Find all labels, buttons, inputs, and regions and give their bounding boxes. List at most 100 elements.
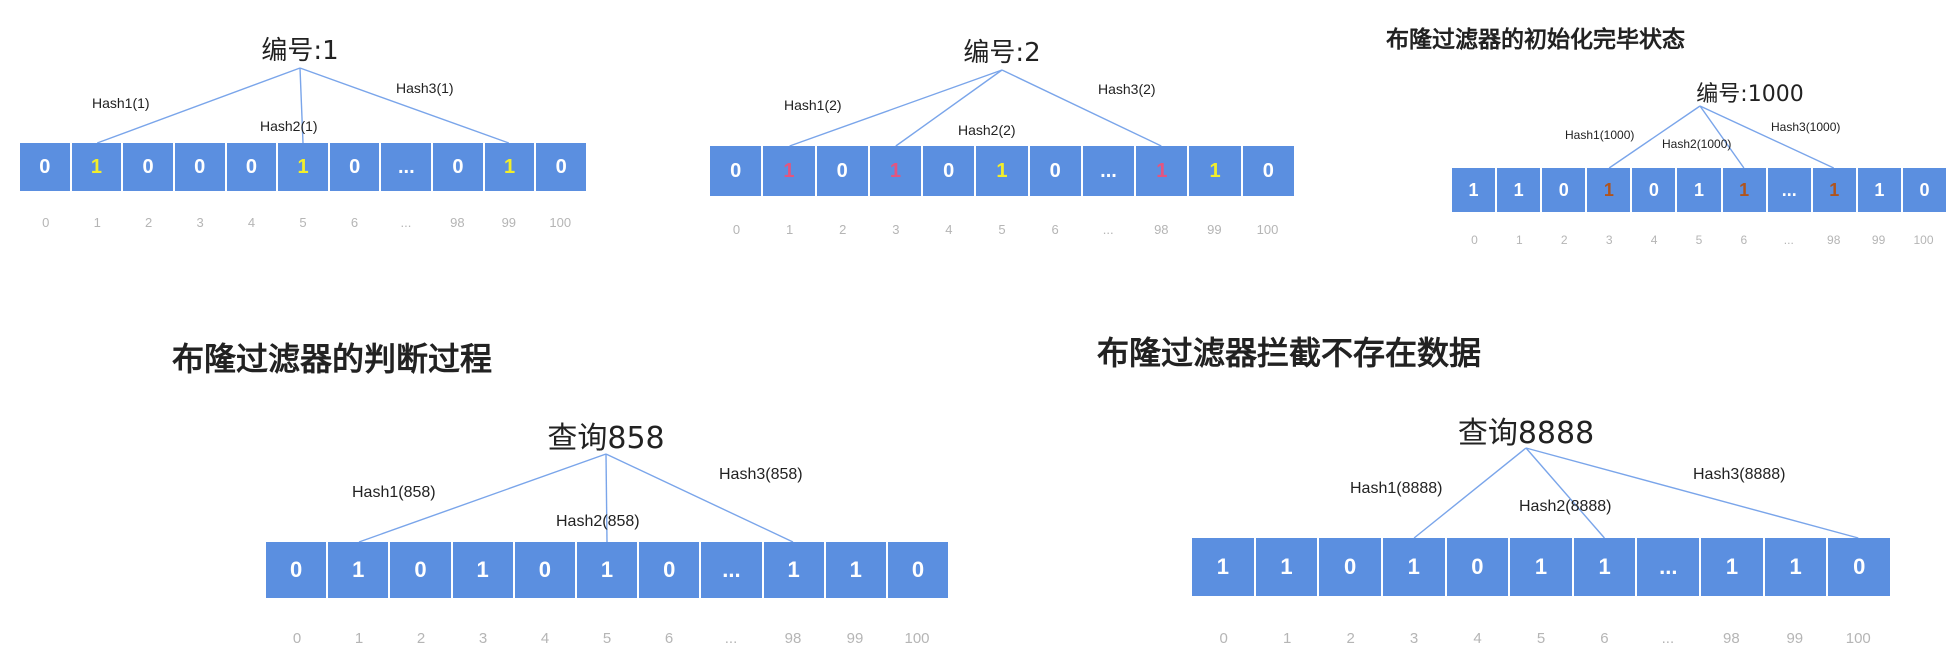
hash-function-label: Hash1(1000)	[1565, 128, 1635, 142]
hash-function-label: Hash3(1)	[396, 80, 454, 96]
bit-cell: 1	[328, 542, 391, 598]
bit-cell: 1	[1677, 168, 1723, 212]
bit-index-label: 100	[1256, 222, 1279, 237]
element-key-label: 编号:1000	[1696, 82, 1804, 107]
hash-function-label: Hash2(858)	[556, 513, 640, 530]
bit-index-label: 1	[93, 215, 101, 230]
bit-index-label: 4	[1650, 233, 1658, 247]
hash-function-label: Hash2(8888)	[1519, 498, 1612, 515]
bit-index-label: 5	[998, 222, 1006, 237]
bit-cell: 1	[1256, 538, 1320, 596]
bit-cell: 0	[330, 143, 382, 191]
element-key-label: 编号:2	[963, 38, 1041, 68]
bit-cell: 1	[976, 146, 1030, 196]
bit-index-row: 0 1 2 3 4 5 6... 98 99 100	[1192, 630, 1890, 647]
bit-cell: 1	[870, 146, 924, 196]
hash-line-2	[1525, 447, 1605, 539]
hash-line-3	[1525, 447, 1859, 539]
bit-index-label: 98	[1827, 233, 1841, 247]
section-heading: 布隆过滤器拦截不存在数据	[1097, 334, 1482, 372]
hash-function-label: Hash1(8888)	[1350, 480, 1443, 497]
bit-index-label: 4	[247, 215, 256, 230]
bit-cell: 1	[1813, 168, 1858, 212]
bit-index-label: 5	[299, 215, 307, 230]
bit-cell: 1	[1136, 146, 1190, 196]
bit-cell: 0	[1919, 179, 1930, 200]
bit-cell: 1	[1192, 538, 1256, 596]
bit-index-label: ...	[724, 630, 738, 647]
bit-index-label: 6	[350, 215, 359, 230]
bit-cell: 0	[227, 143, 279, 191]
bit-index-label: 3	[478, 630, 488, 647]
bit-index-label: 0	[42, 215, 50, 230]
bit-cell: 1	[577, 542, 640, 598]
bit-index-label: 100	[1845, 630, 1871, 647]
bit-index-label: 6	[1051, 222, 1059, 237]
bit-cell: 1	[826, 542, 888, 598]
bit-index-label: 1	[786, 222, 794, 237]
bit-index-label: 4	[945, 222, 953, 237]
bit-index-label: 6	[1600, 630, 1609, 647]
bit-cell: 0	[266, 542, 329, 598]
bit-cell: 0	[1030, 146, 1083, 196]
bit-cell: 1	[1723, 168, 1768, 212]
hash-function-label: Hash2(1000)	[1662, 137, 1732, 151]
bit-index-row: 0 1 2 3 4 5 6... 98 99 100	[266, 630, 948, 647]
element-key-label: 查询8888	[1457, 416, 1595, 451]
hash-function-label: Hash2(2)	[958, 122, 1016, 138]
bit-index-label: 3	[1605, 233, 1613, 247]
bit-index-row: 0 1 2 3 4 5 6... 98 99 100	[710, 222, 1294, 237]
bit-cell: 0	[433, 143, 485, 191]
bit-index-label: 2	[416, 630, 426, 647]
bit-cell: 1	[1510, 538, 1574, 596]
bit-cell: 1	[278, 143, 330, 191]
bit-cell: 0	[817, 146, 870, 196]
bit-index-label: 99	[1786, 630, 1804, 647]
section-heading: 布隆过滤器的初始化完毕状态	[1386, 27, 1685, 53]
bit-cell: 0	[1853, 554, 1866, 579]
bit-cell: 0	[1542, 168, 1588, 212]
bit-cell: 1	[72, 143, 124, 191]
bit-index-label: 6	[1740, 233, 1748, 247]
bit-index-label: 1	[1283, 630, 1292, 647]
hash-function-label: Hash3(2)	[1098, 81, 1156, 97]
bit-array: 0 1 0 1 0 1 0... 1 1 0	[710, 146, 1294, 196]
bit-index-label: 99	[846, 630, 864, 647]
bit-cell: 1	[485, 143, 537, 191]
bit-index-row: 0 1 2 3 4 5 6... 98 99 100	[1452, 233, 1946, 247]
bit-index-label: 2	[1560, 233, 1568, 247]
bit-index-label: 0	[1219, 630, 1228, 647]
bit-cell: 1	[453, 542, 515, 598]
bit-index-label: 2	[145, 215, 153, 230]
bit-cell: 0	[1632, 168, 1678, 212]
bit-index-label: ...	[400, 215, 412, 230]
section-heading: 布隆过滤器的判断过程	[172, 340, 493, 378]
bit-cell: 1	[1189, 146, 1243, 196]
bit-index-label: 5	[1695, 233, 1703, 247]
bit-array: 0 1 0 1 0 1 0... 1 1 0	[266, 542, 948, 598]
bit-index-label: ...	[1783, 233, 1794, 247]
bit-cell: 0	[911, 557, 925, 582]
bit-array: 1 1 0 1 0 1 1... 1 1 0	[1192, 538, 1890, 596]
bit-index-label: 2	[839, 222, 847, 237]
hash-function-label: Hash3(8888)	[1693, 466, 1786, 483]
bit-cell: 0	[175, 143, 227, 191]
bit-index-label: 2	[1346, 630, 1355, 647]
bit-cell: 1	[764, 542, 826, 598]
bit-index-label: 1	[1516, 233, 1523, 247]
bit-cell: ...	[381, 143, 434, 191]
bit-index-label: 98	[1723, 630, 1740, 647]
bit-index-label: 4	[1473, 630, 1482, 647]
bit-cell: 0	[639, 542, 702, 598]
bit-index-label: 3	[1409, 630, 1419, 647]
bit-cell: 0	[710, 146, 764, 196]
bit-index-label: ...	[1661, 630, 1675, 647]
bit-index-label: 5	[1536, 630, 1546, 647]
bit-index-label: 3	[892, 222, 900, 237]
bit-index-label: 100	[549, 215, 572, 230]
bit-cell: 0	[390, 542, 453, 598]
bit-cell: 1	[1497, 168, 1543, 212]
bit-index-label: 98	[784, 630, 802, 647]
bit-cell: 1	[1765, 538, 1829, 596]
hash-function-label: Hash1(858)	[352, 484, 436, 501]
